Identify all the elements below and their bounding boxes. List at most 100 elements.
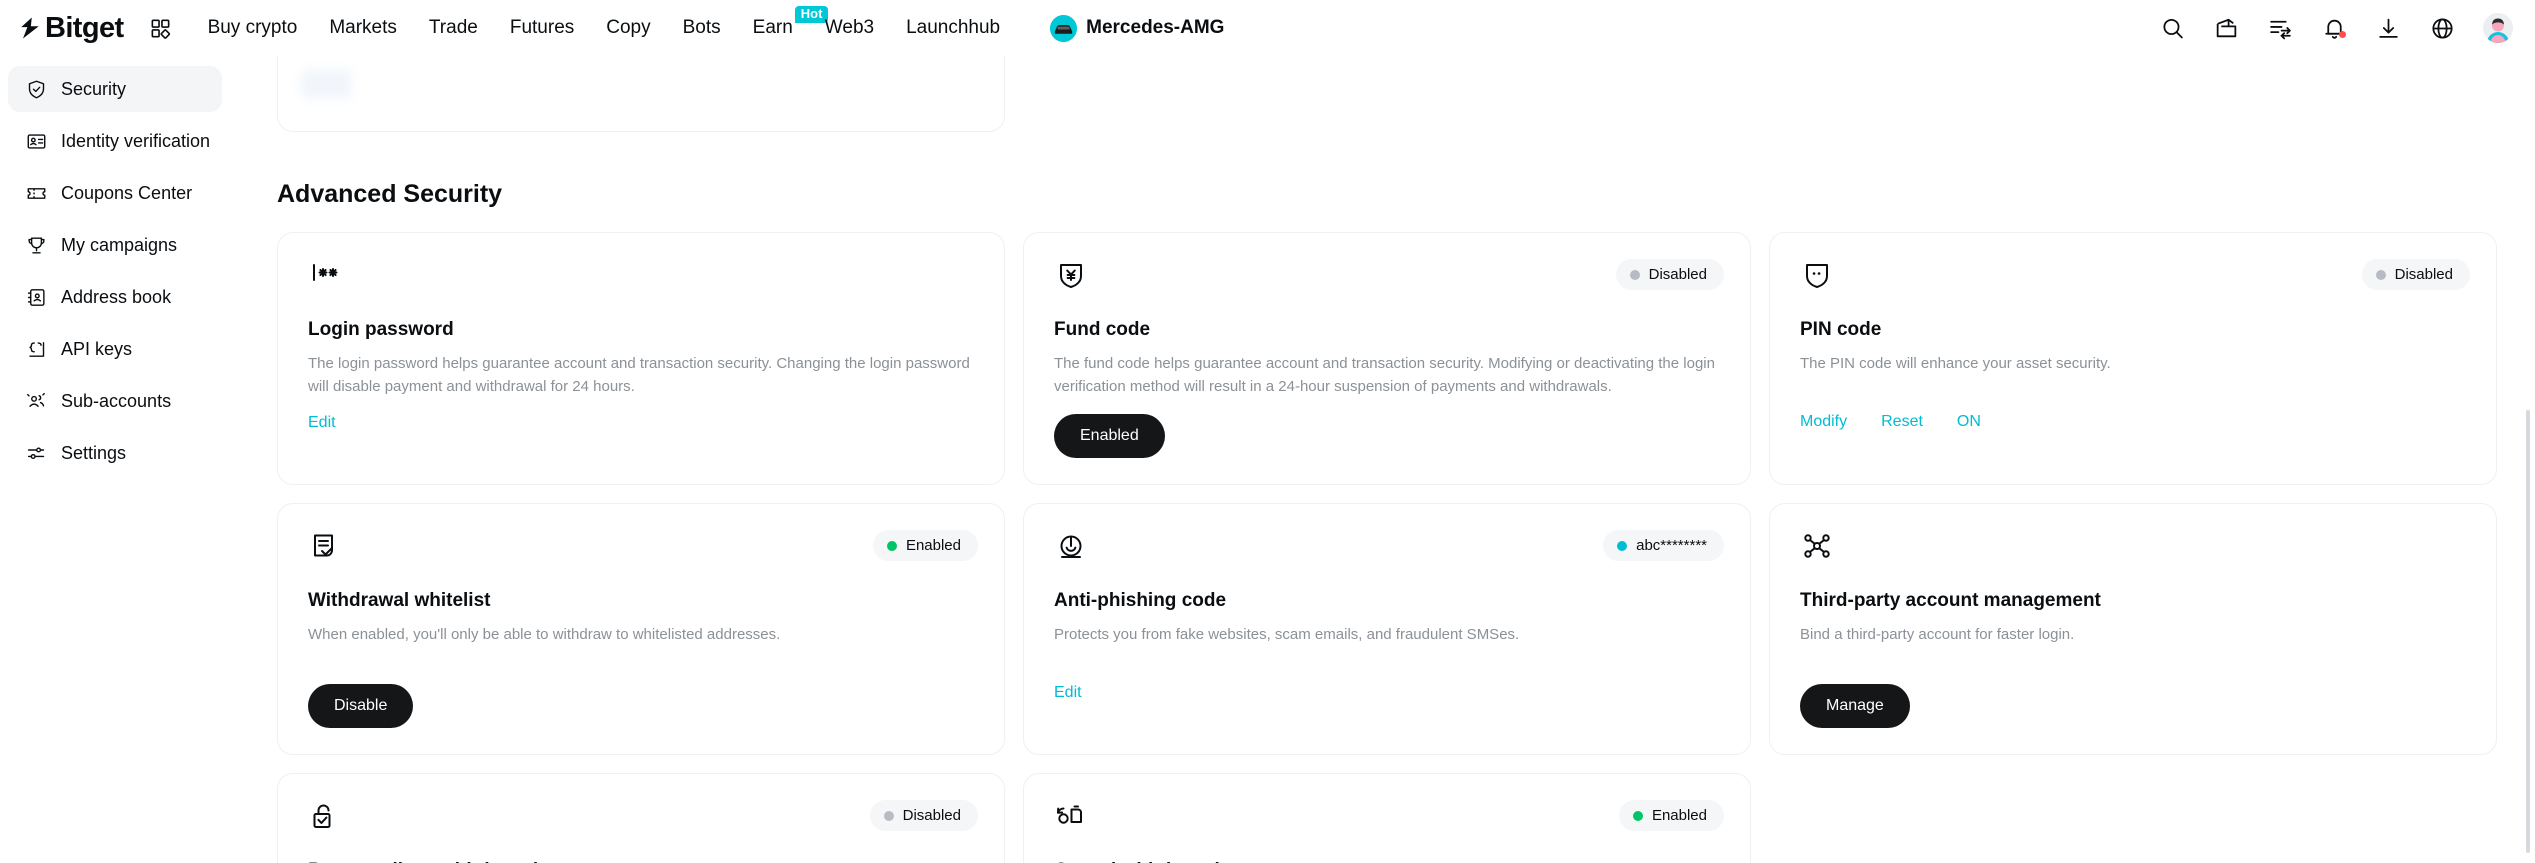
card-description: When enabled, you'll only be able to wit… <box>308 626 781 643</box>
bitget-logo[interactable]: Bitget <box>16 12 124 45</box>
nav-label: Web3 <box>824 17 875 38</box>
third-party-manage-button[interactable]: Manage <box>1800 684 1910 728</box>
nav-label: Copy <box>606 17 651 38</box>
page-title: Advanced Security <box>277 180 503 208</box>
security-settings-main: Advanced Security Login password The log… <box>230 56 2535 863</box>
sidebar-item-label: Coupons Center <box>61 182 193 203</box>
users-icon <box>26 391 47 412</box>
anti-phishing-edit-link[interactable]: Edit <box>1054 684 1082 702</box>
document-check-icon <box>308 530 342 564</box>
sidebar-item-label: Security <box>61 78 127 99</box>
card-actions: Manage <box>1800 684 2466 728</box>
status-badge: Enabled <box>1618 800 1724 831</box>
card-description: The login password helps guarantee accou… <box>308 355 970 395</box>
nav-brand-label: Mercedes-AMG <box>1086 17 1225 38</box>
nodes-link-icon <box>1800 530 1834 564</box>
grid-apps-icon[interactable] <box>148 15 174 41</box>
bitget-logo-mark <box>16 14 44 42</box>
orders-icon[interactable] <box>2267 15 2293 41</box>
card-fund-code: Disabled Fund code The fund code helps g… <box>1023 232 1751 485</box>
sidebar-item-label: Settings <box>61 442 127 463</box>
amg-car-icon <box>1050 14 1078 42</box>
sidebar-item-security[interactable]: Security <box>8 66 222 112</box>
card-description: The fund code helps guarantee account an… <box>1054 355 1715 395</box>
pin-modify-link[interactable]: Modify <box>1800 413 1847 431</box>
nav-item-trade[interactable]: Trade <box>413 0 494 56</box>
pin-on-link[interactable]: ON <box>1957 413 1981 431</box>
status-dot <box>1632 810 1643 821</box>
nav-item-buy-crypto[interactable]: Buy crypto <box>192 0 314 56</box>
status-label: Disabled <box>2394 266 2453 283</box>
nav-item-copy[interactable]: Copy <box>590 0 666 56</box>
shield-pin-icon <box>1800 259 1834 293</box>
card-title: Anti-phishing code <box>1054 590 1227 611</box>
status-badge: Enabled <box>872 530 978 561</box>
card-actions: Modify Reset ON <box>1800 413 2466 431</box>
notification-bell-icon[interactable] <box>2321 15 2347 41</box>
nav-label: Earn <box>752 17 793 38</box>
shield-yen-icon <box>1054 259 1088 293</box>
nav-label: Markets <box>329 17 397 38</box>
sidebar-item-identity-verification[interactable]: Identity verification <box>8 118 222 164</box>
nav-item-launchhub[interactable]: Launchhub <box>890 0 1016 56</box>
sidebar-item-my-campaigns[interactable]: My campaigns <box>8 222 222 268</box>
status-dot <box>883 810 894 821</box>
card-title: Third-party account management <box>1800 590 2101 611</box>
trophy-icon <box>26 235 47 256</box>
sidebar-item-label: Identity verification <box>61 130 211 151</box>
nav-item-markets[interactable]: Markets <box>313 0 413 56</box>
nav-label: Bots <box>682 17 721 38</box>
sidebar-item-label: API keys <box>61 338 133 359</box>
card-passwordless-withdrawals: Disabled Passwordless withdrawals Set wi… <box>277 773 1005 863</box>
fingerprint-icon <box>1054 530 1088 564</box>
page-scrollbar[interactable] <box>2522 410 2530 853</box>
nav-label: Futures <box>509 17 575 38</box>
sidebar-item-sub-accounts[interactable]: Sub-accounts <box>8 378 222 424</box>
unlock-check-icon <box>308 800 342 834</box>
account-sidebar: Security Identity verification Coupons C… <box>0 56 230 863</box>
nav-item-web3[interactable]: Web3 <box>809 0 890 56</box>
nav-item-mercedes-amg[interactable]: Mercedes-AMG <box>1034 14 1240 42</box>
nav-item-futures[interactable]: Futures <box>494 0 590 56</box>
wallet-icon[interactable] <box>2213 15 2239 41</box>
status-dot <box>886 540 897 551</box>
card-title: Fund code <box>1054 319 1151 340</box>
password-asterisks-icon <box>308 259 342 293</box>
sidebar-item-coupons-center[interactable]: Coupons Center <box>8 170 222 216</box>
nav-item-earn[interactable]: Earn Hot <box>737 0 829 56</box>
bitget-wordmark: Bitget <box>45 11 124 44</box>
search-icon[interactable] <box>2159 15 2185 41</box>
status-label: Disabled <box>1648 266 1707 283</box>
header-actions <box>2159 13 2535 43</box>
edit-login-password-link[interactable]: Edit <box>308 414 336 432</box>
sidebar-item-api-keys[interactable]: API keys <box>8 326 222 372</box>
card-actions: Enabled <box>1054 414 1720 458</box>
withdrawal-whitelist-disable-button[interactable]: Disable <box>308 684 414 728</box>
card-actions: Edit <box>1054 684 1720 702</box>
status-badge: Disabled <box>2361 259 2470 290</box>
card-description: Protects you from fake websites, scam em… <box>1054 626 1520 643</box>
status-badge: Disabled <box>1615 259 1724 290</box>
partial-card-above <box>277 56 1005 132</box>
card-actions: Disable <box>308 684 974 728</box>
pin-reset-link[interactable]: Reset <box>1881 413 1923 431</box>
card-title: Login password <box>308 319 454 340</box>
address-book-icon <box>26 287 47 308</box>
card-title: PIN code <box>1800 319 1882 340</box>
card-login-password: Login password The login password helps … <box>277 232 1005 485</box>
status-label: Enabled <box>1651 807 1707 824</box>
nav-label: Launchhub <box>906 17 1001 38</box>
user-avatar[interactable] <box>2483 13 2513 43</box>
download-icon[interactable] <box>2375 15 2401 41</box>
status-dot <box>1617 540 1628 551</box>
page-scrollbar-thumb[interactable] <box>2526 410 2530 853</box>
fund-code-enabled-button[interactable]: Enabled <box>1054 414 1165 458</box>
language-globe-icon[interactable] <box>2429 15 2455 41</box>
card-title: Withdrawal whitelist <box>308 590 491 611</box>
card-pin-code: Disabled PIN code The PIN code will enha… <box>1769 232 2497 485</box>
withdrawal-undo-icon <box>1054 800 1088 834</box>
nav-item-bots[interactable]: Bots <box>667 0 737 56</box>
sidebar-item-address-book[interactable]: Address book <box>8 274 222 320</box>
sidebar-item-settings[interactable]: Settings <box>8 430 222 476</box>
card-description: The PIN code will enhance your asset sec… <box>1800 355 2111 372</box>
